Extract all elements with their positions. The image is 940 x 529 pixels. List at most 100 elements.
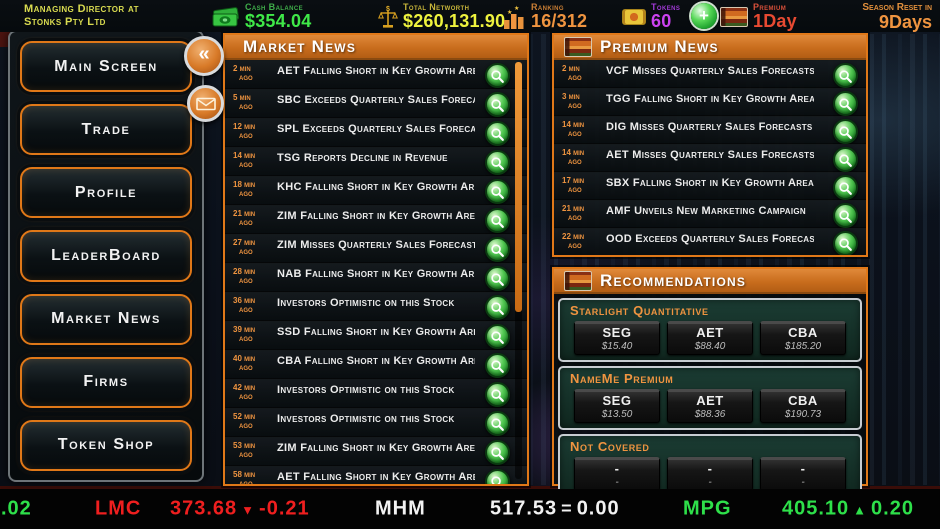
inspect-news-button[interactable]: [485, 469, 510, 484]
sidebar-nav-button[interactable]: Profile: [20, 167, 192, 218]
stock-cell[interactable]: - -: [760, 457, 846, 491]
stock-cell[interactable]: - -: [667, 457, 753, 491]
market-news-header: Market News: [225, 35, 527, 60]
magnifier-icon: [489, 416, 506, 433]
stock-ticker: -: [668, 461, 752, 476]
news-time: 27 min ago: [233, 238, 277, 256]
news-row: 28 min ago NAB Falling Short in Key Grow…: [225, 263, 527, 292]
tokens-stat: Tokens 60: [622, 2, 680, 31]
news-headline: AET Misses Quarterly Sales Forecasts: [606, 149, 814, 161]
magnifier-icon: [489, 300, 506, 317]
inspect-news-button[interactable]: [833, 203, 858, 228]
market-news-title: Market News: [243, 37, 356, 57]
stock-price: $15.40: [575, 340, 659, 353]
inspect-news-button[interactable]: [485, 150, 510, 175]
cash-icon: [210, 5, 240, 29]
inspect-news-button[interactable]: [485, 295, 510, 320]
stock-cell[interactable]: SEG $13.50: [574, 389, 660, 423]
news-headline: Investors Optimistic on this Stock: [277, 384, 475, 396]
news-headline: KHC Falling Short in Key Growth Areas: [277, 181, 475, 193]
sidebar-nav-button[interactable]: Main Screen: [20, 41, 192, 92]
recommendations-logo: [564, 271, 592, 291]
inspect-news-button[interactable]: [485, 353, 510, 378]
stock-cell[interactable]: CBA $185.20: [760, 321, 846, 355]
news-row: 2 min ago VCF Misses Quarterly Sales For…: [554, 60, 866, 88]
stock-price: $185.20: [761, 340, 845, 353]
stock-ticker: SEG: [575, 325, 659, 340]
scrollbar-thumb[interactable]: [515, 62, 522, 312]
news-headline: ZIM Falling Short in Key Growth Areas: [277, 210, 475, 222]
plus-icon: +: [699, 6, 709, 25]
stock-cell[interactable]: - -: [574, 457, 660, 491]
inspect-news-button[interactable]: [833, 63, 858, 88]
market-news-list: 2 min ago AET Falling Short in Key Growt…: [225, 60, 527, 484]
cash-balance-stat: Cash Balance $354.04: [210, 2, 311, 31]
ticker-symbol: MHM: [375, 498, 426, 521]
ticker-price: 373.68: [170, 498, 237, 520]
inspect-news-button[interactable]: [485, 237, 510, 262]
news-headline: SSD Falling Short in Key Growth Areas: [277, 326, 475, 338]
inspect-news-button[interactable]: [833, 231, 858, 255]
inspect-news-button[interactable]: [485, 440, 510, 465]
analyst-firm-name: Starlight Quantitative: [570, 302, 850, 319]
news-time: 58 min ago: [233, 470, 277, 484]
sidebar-nav-button[interactable]: Firms: [20, 357, 192, 408]
news-headline: TSG Reports Decline in Revenue: [277, 152, 475, 164]
inspect-news-button[interactable]: [833, 91, 858, 116]
recommendations-header: Recommendations: [554, 269, 866, 294]
add-premium-button[interactable]: +: [691, 3, 717, 29]
inspect-news-button[interactable]: [485, 208, 510, 233]
premium-stat: Premium 1Day: [720, 2, 797, 31]
stock-ticker: SEG: [575, 393, 659, 408]
sidebar-nav-button[interactable]: LeaderBoard: [20, 230, 192, 281]
analyst-firm-name: NameMe Premium: [570, 370, 850, 387]
news-headline: Investors Optimistic on this Stock: [277, 297, 475, 309]
stock-price: -: [761, 476, 845, 489]
news-time: 2 min ago: [233, 64, 277, 82]
inspect-news-button[interactable]: [485, 179, 510, 204]
stock-price: $13.50: [575, 408, 659, 421]
collapse-sidebar-button[interactable]: «: [184, 36, 224, 76]
mail-button[interactable]: [187, 85, 224, 122]
news-time: 42 min ago: [233, 383, 277, 401]
news-headline: ZIM Misses Quarterly Sales Forecasts: [277, 239, 475, 251]
sidebar-nav-button[interactable]: Market News: [20, 294, 192, 345]
magnifier-icon: [837, 208, 854, 225]
premium-news-title: Premium News: [600, 37, 719, 57]
stock-ticker: -: [761, 461, 845, 476]
stock-cell[interactable]: AET $88.40: [667, 321, 753, 355]
stock-cell[interactable]: CBA $190.73: [760, 389, 846, 423]
news-row: 18 min ago KHC Falling Short in Key Grow…: [225, 176, 527, 205]
inspect-news-button[interactable]: [485, 121, 510, 146]
sidebar-nav-button[interactable]: Trade: [20, 104, 192, 155]
inspect-news-button[interactable]: [485, 382, 510, 407]
magnifier-icon: [489, 387, 506, 404]
sidebar-nav-button[interactable]: Token Shop: [20, 420, 192, 471]
inspect-news-button[interactable]: [485, 63, 510, 88]
inspect-news-button[interactable]: [485, 411, 510, 436]
magnifier-icon: [489, 242, 506, 259]
sidebar-menu: Main Screen Trade Profile LeaderBoard Ma…: [8, 30, 204, 482]
svg-text:★: ★: [514, 5, 519, 12]
inspect-news-button[interactable]: [833, 147, 858, 172]
scales-icon: $: [378, 4, 398, 30]
inspect-news-button[interactable]: [833, 119, 858, 144]
inspect-news-button[interactable]: [485, 324, 510, 349]
stock-ticker: -: [575, 461, 659, 476]
news-headline: Investors Optimistic on this Stock: [277, 413, 475, 425]
stock-cell[interactable]: SEG $15.40: [574, 321, 660, 355]
up-arrow-icon: ▲: [853, 503, 867, 518]
news-time: 5 min ago: [233, 93, 277, 111]
inspect-news-button[interactable]: [485, 266, 510, 291]
news-headline: SBC Exceeds Quarterly Sales Forecasts: [277, 94, 475, 106]
inspect-news-button[interactable]: [833, 175, 858, 200]
stock-cell[interactable]: AET $88.36: [667, 389, 753, 423]
market-news-panel: Market News 2 min ago AET Falling Short …: [223, 33, 529, 486]
inspect-news-button[interactable]: [485, 92, 510, 117]
news-headline: AMF Unveils New Marketing Campaign: [606, 205, 814, 217]
token-ticket-icon: [622, 9, 646, 25]
magnifier-icon: [489, 358, 506, 375]
magnifier-icon: [489, 97, 506, 114]
news-time: 53 min ago: [233, 441, 277, 459]
magnifier-icon: [489, 474, 506, 484]
